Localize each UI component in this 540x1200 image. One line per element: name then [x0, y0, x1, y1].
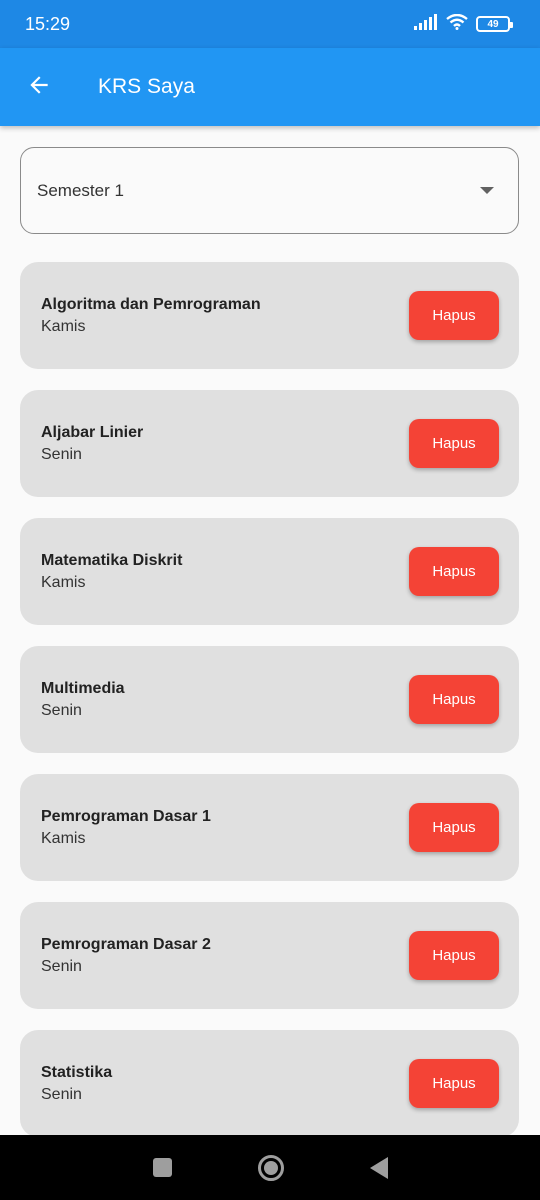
course-day: Senin: [41, 1085, 82, 1103]
course-day: Senin: [41, 445, 82, 463]
course-day: Senin: [41, 957, 82, 975]
delete-button[interactable]: Hapus: [409, 931, 499, 980]
course-info: Multimedia Senin: [41, 680, 125, 720]
back-triangle-icon[interactable]: [369, 1156, 388, 1179]
course-info: Aljabar Linier Senin: [41, 424, 143, 464]
delete-button[interactable]: Hapus: [409, 1059, 499, 1108]
battery-icon: 49: [476, 16, 513, 32]
course-name: Matematika Diskrit: [41, 551, 183, 569]
semester-dropdown[interactable]: Semester 1: [20, 147, 519, 234]
signal-icon: [414, 13, 438, 35]
arrow-back-icon: [26, 72, 52, 103]
course-info: Pemrograman Dasar 2 Senin: [41, 936, 211, 976]
course-name: Pemrograman Dasar 2: [41, 935, 211, 953]
course-info: Statistika Senin: [41, 1064, 112, 1104]
course-day: Kamis: [41, 573, 86, 591]
recent-apps-icon[interactable]: [152, 1158, 172, 1177]
status-time: 15:29: [25, 13, 71, 34]
page-title: KRS Saya: [98, 75, 195, 98]
course-list: Algoritma dan Pemrograman Kamis Hapus Al…: [20, 262, 519, 1137]
course-day: Kamis: [41, 829, 86, 847]
course-info: Pemrograman Dasar 1 Kamis: [41, 808, 211, 848]
course-name: Aljabar Linier: [41, 423, 144, 441]
home-icon[interactable]: [257, 1154, 284, 1181]
course-name: Pemrograman Dasar 1: [41, 807, 211, 825]
home-icon-dot: [263, 1160, 278, 1175]
delete-button[interactable]: Hapus: [409, 547, 499, 596]
dropdown-caret-icon: [480, 187, 494, 194]
course-name: Multimedia: [41, 679, 125, 697]
wifi-icon: [446, 13, 468, 35]
course-card: Statistika Senin Hapus: [20, 1030, 519, 1137]
back-button[interactable]: [0, 48, 78, 126]
course-card: Multimedia Senin Hapus: [20, 646, 519, 753]
delete-button[interactable]: Hapus: [409, 419, 499, 468]
status-bar: 15:29 49: [0, 0, 540, 48]
main-content: Semester 1 Algoritma dan Pemrograman Kam…: [20, 147, 519, 1158]
course-card: Pemrograman Dasar 2 Senin Hapus: [20, 902, 519, 1009]
course-name: Statistika: [41, 1063, 113, 1081]
course-card: Aljabar Linier Senin Hapus: [20, 390, 519, 497]
app-bar: KRS Saya: [0, 48, 540, 126]
course-info: Algoritma dan Pemrograman Kamis: [41, 296, 261, 336]
delete-button[interactable]: Hapus: [409, 675, 499, 724]
semester-dropdown-value: Semester 1: [37, 180, 124, 200]
course-info: Matematika Diskrit Kamis: [41, 552, 182, 592]
course-card: Matematika Diskrit Kamis Hapus: [20, 518, 519, 625]
course-day: Senin: [41, 701, 82, 719]
delete-button[interactable]: Hapus: [409, 291, 499, 340]
course-name: Algoritma dan Pemrograman: [41, 295, 261, 313]
course-card: Pemrograman Dasar 1 Kamis Hapus: [20, 774, 519, 881]
course-card: Algoritma dan Pemrograman Kamis Hapus: [20, 262, 519, 369]
delete-button[interactable]: Hapus: [409, 803, 499, 852]
course-day: Kamis: [41, 317, 86, 335]
status-icons: 49: [414, 13, 513, 35]
system-navigation-bar: [0, 1135, 540, 1200]
